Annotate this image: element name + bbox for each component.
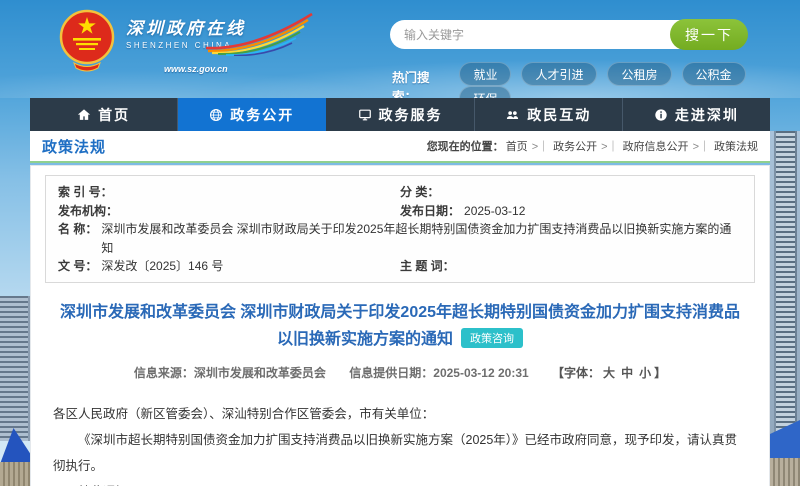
hot-search-tag[interactable]: 就业 [459, 62, 511, 86]
hot-search-tag[interactable]: 公租房 [607, 62, 671, 86]
rainbow-swoosh-icon [204, 10, 316, 61]
nav-tab-政民互动[interactable]: 政民互动 [475, 98, 623, 131]
national-emblem-icon [58, 8, 116, 77]
meta-category-label: 分 类： [400, 183, 439, 202]
main-nav: 首页政务公开政务服务政民互动走进深圳 [30, 98, 770, 131]
article-info-line: 信息来源：深圳市发展和改革委员会 信息提供日期：2025-03-12 20:31… [31, 364, 769, 381]
meta-docno-value: 深发改〔2025〕146 号 [101, 257, 223, 276]
globe-icon [209, 108, 223, 122]
breadcrumb-bar: 政策法规 您现在的位置： 首页 >｜ 政务公开 >｜ 政府信息公开 >｜ 政策法规 [30, 131, 770, 163]
nav-tab-政务公开[interactable]: 政务公开 [178, 98, 326, 131]
font-size-大[interactable]: 大 [603, 366, 615, 380]
breadcrumb-link[interactable]: 政府信息公开 [623, 141, 689, 153]
nav-tab-首页[interactable]: 首页 [30, 98, 178, 131]
font-size-control: 【字体：大中小】 [552, 366, 666, 380]
content-panel: 索 引 号： 分 类： 发布机构： 发布日期： 2025-03-12 名 称： … [30, 165, 770, 486]
article-title: 深圳市发展和改革委员会 深圳市财政局关于印发2025年超长期特别国债资金加力扩围… [60, 304, 740, 348]
document-meta-table: 索 引 号： 分 类： 发布机构： 发布日期： 2025-03-12 名 称： … [45, 175, 755, 283]
site-header: 深圳政府在线 SHENZHEN CHINA www.sz.gov.cn 搜一下 … [0, 0, 800, 98]
meta-keywords-label: 主 题 词： [400, 257, 455, 276]
nav-tab-政务服务[interactable]: 政务服务 [326, 98, 474, 131]
nav-tab-走进深圳[interactable]: 走进深圳 [623, 98, 770, 131]
hot-search-tag[interactable]: 公积金 [682, 62, 746, 86]
article-paragraph: 各区人民政府（新区管委会）、深汕特别合作区管委会，市有关单位： [53, 401, 747, 427]
meta-docno-label: 文 号： [58, 257, 97, 276]
article-body: 各区人民政府（新区管委会）、深汕特别合作区管委会，市有关单位：《深圳市超长期特别… [31, 381, 769, 486]
hot-search-tag[interactable]: 人才引进 [521, 62, 597, 86]
breadcrumb-link[interactable]: 政策法规 [714, 141, 758, 153]
article-title-zone: 深圳市发展和改革委员会 深圳市财政局关于印发2025年超长期特别国债资金加力扩围… [31, 283, 769, 353]
info-source: 信息来源：深圳市发展和改革委员会 [134, 366, 326, 380]
breadcrumb-location-label: 您现在的位置： [427, 138, 504, 154]
info-provide-date: 信息提供日期：2025-03-12 20:31 [349, 366, 528, 380]
search-input[interactable] [390, 20, 690, 49]
meta-name-value: 深圳市发展和改革委员会 深圳市财政局关于印发2025年超长期特别国债资金加力扩围… [101, 220, 742, 257]
search-bar: 搜一下 [390, 20, 750, 50]
city-photo-right [770, 131, 800, 486]
meta-index-label: 索 引 号： [58, 183, 113, 202]
meta-agency-label: 发布机构： [58, 202, 118, 221]
site-url: www.sz.gov.cn [164, 64, 296, 74]
article-paragraph: 特此通知。 [53, 479, 747, 486]
meta-date-label: 发布日期： [400, 202, 460, 221]
breadcrumb-separator: >｜ [601, 141, 618, 153]
policy-consult-badge[interactable]: 政策咨询 [461, 328, 523, 348]
search-button[interactable]: 搜一下 [670, 19, 748, 50]
breadcrumb-path: 首页 >｜ 政务公开 >｜ 政府信息公开 >｜ 政策法规 [504, 138, 760, 154]
site-logo[interactable]: 深圳政府在线 SHENZHEN CHINA www.sz.gov.cn [58, 8, 296, 77]
breadcrumb-link[interactable]: 政务公开 [553, 141, 597, 153]
font-size-中[interactable]: 中 [621, 366, 633, 380]
meta-date-value: 2025-03-12 [464, 202, 525, 221]
breadcrumb-separator: >｜ [693, 141, 710, 153]
info-icon [654, 108, 668, 122]
article-paragraph: 《深圳市超长期特别国债资金加力扩围支持消费品以旧换新实施方案（2025年）》已经… [53, 427, 747, 480]
monitor-icon [358, 108, 372, 122]
breadcrumb-separator: >｜ [532, 141, 549, 153]
home-icon [77, 108, 91, 122]
breadcrumb: 您现在的位置： 首页 >｜ 政务公开 >｜ 政府信息公开 >｜ 政策法规 [427, 138, 760, 154]
breadcrumb-link[interactable]: 首页 [506, 141, 528, 153]
meta-name-label: 名 称： [58, 220, 97, 257]
font-size-小[interactable]: 小 [639, 366, 651, 380]
page-title: 政策法规 [42, 136, 106, 157]
users-icon [505, 108, 520, 122]
city-photo-left [0, 278, 30, 486]
